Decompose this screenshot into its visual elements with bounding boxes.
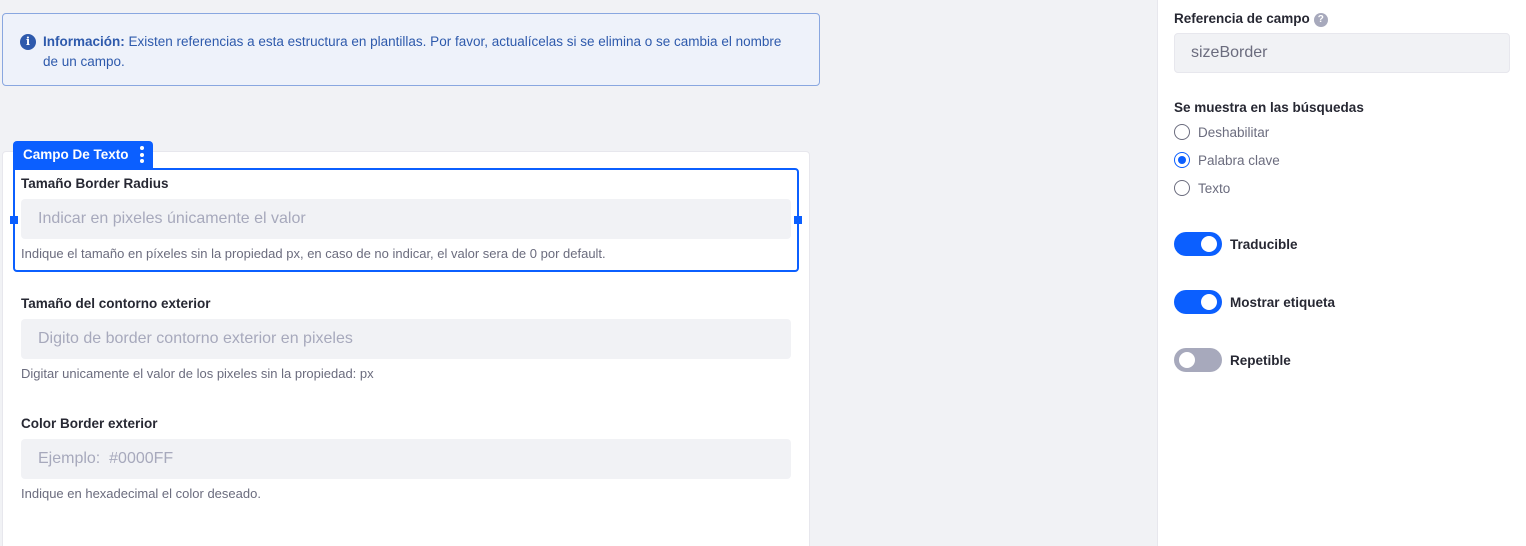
outer-border-color-input[interactable] xyxy=(21,439,791,479)
toggle-switch[interactable] xyxy=(1174,232,1222,256)
radio-label: Deshabilitar xyxy=(1198,124,1270,140)
field-outer-border-size: Tamaño del contorno exterior Digitar uni… xyxy=(21,296,791,381)
toggle-switch[interactable] xyxy=(1174,348,1222,372)
field-type-tag[interactable]: Campo De Texto xyxy=(13,141,153,168)
resize-handle-right[interactable] xyxy=(794,216,802,224)
field-help-text: Indique en hexadecimal el color deseado. xyxy=(21,486,261,501)
field-reference-label: Referencia de campo? xyxy=(1174,11,1328,27)
toggle-label: Traducible xyxy=(1230,236,1298,252)
radio-option-disable[interactable]: Deshabilitar xyxy=(1174,122,1269,142)
resize-handle-left[interactable] xyxy=(10,216,18,224)
field-label: Tamaño Border Radius xyxy=(21,176,169,191)
outer-border-size-input[interactable] xyxy=(21,319,791,359)
field-label: Color Border exterior xyxy=(21,416,158,431)
radio-option-text[interactable]: Texto xyxy=(1174,178,1230,198)
info-alert: i Información: Existen referencias a est… xyxy=(2,13,820,86)
toggle-translatable[interactable]: Traducible xyxy=(1174,232,1298,256)
field-help-text: Digitar unicamente el valor de los pixel… xyxy=(21,366,374,381)
more-options-icon[interactable] xyxy=(140,146,144,163)
field-border-radius: Tamaño Border Radius Indique el tamaño e… xyxy=(21,176,791,261)
toggle-switch[interactable] xyxy=(1174,290,1222,314)
field-label: Tamaño del contorno exterior xyxy=(21,296,211,311)
field-outer-border-color: Color Border exterior Indique en hexadec… xyxy=(21,416,791,501)
info-alert-lead: Información: xyxy=(43,34,125,49)
info-icon: i xyxy=(20,34,36,50)
radio-option-keyword[interactable]: Palabra clave xyxy=(1174,150,1280,170)
question-circle-icon[interactable]: ? xyxy=(1313,13,1328,27)
radio-label: Palabra clave xyxy=(1198,152,1280,168)
field-help-text: Indique el tamaño en píxeles sin la prop… xyxy=(21,246,606,261)
info-alert-message: Existen referencias a esta estructura en… xyxy=(43,34,782,69)
field-type-label: Campo De Texto xyxy=(23,147,129,162)
info-alert-text: Información: Existen referencias a esta … xyxy=(19,32,799,72)
radio-button[interactable] xyxy=(1174,152,1190,168)
toggle-repeatable[interactable]: Repetible xyxy=(1174,348,1291,372)
toggle-label: Repetible xyxy=(1230,352,1291,368)
radio-label: Texto xyxy=(1198,180,1231,196)
radio-button[interactable] xyxy=(1174,180,1190,196)
field-reference-label-text: Referencia de campo xyxy=(1174,11,1310,26)
radio-button[interactable] xyxy=(1174,124,1190,140)
toggle-label: Mostrar etiqueta xyxy=(1230,294,1336,310)
field-reference-input[interactable]: sizeBorder xyxy=(1174,33,1510,73)
toggle-show-label[interactable]: Mostrar etiqueta xyxy=(1174,290,1335,314)
border-radius-input[interactable] xyxy=(21,199,791,239)
search-visibility-label: Se muestra en las búsquedas xyxy=(1174,100,1364,115)
properties-sidebar: Referencia de campo? sizeBorder Se muest… xyxy=(1157,0,1526,546)
